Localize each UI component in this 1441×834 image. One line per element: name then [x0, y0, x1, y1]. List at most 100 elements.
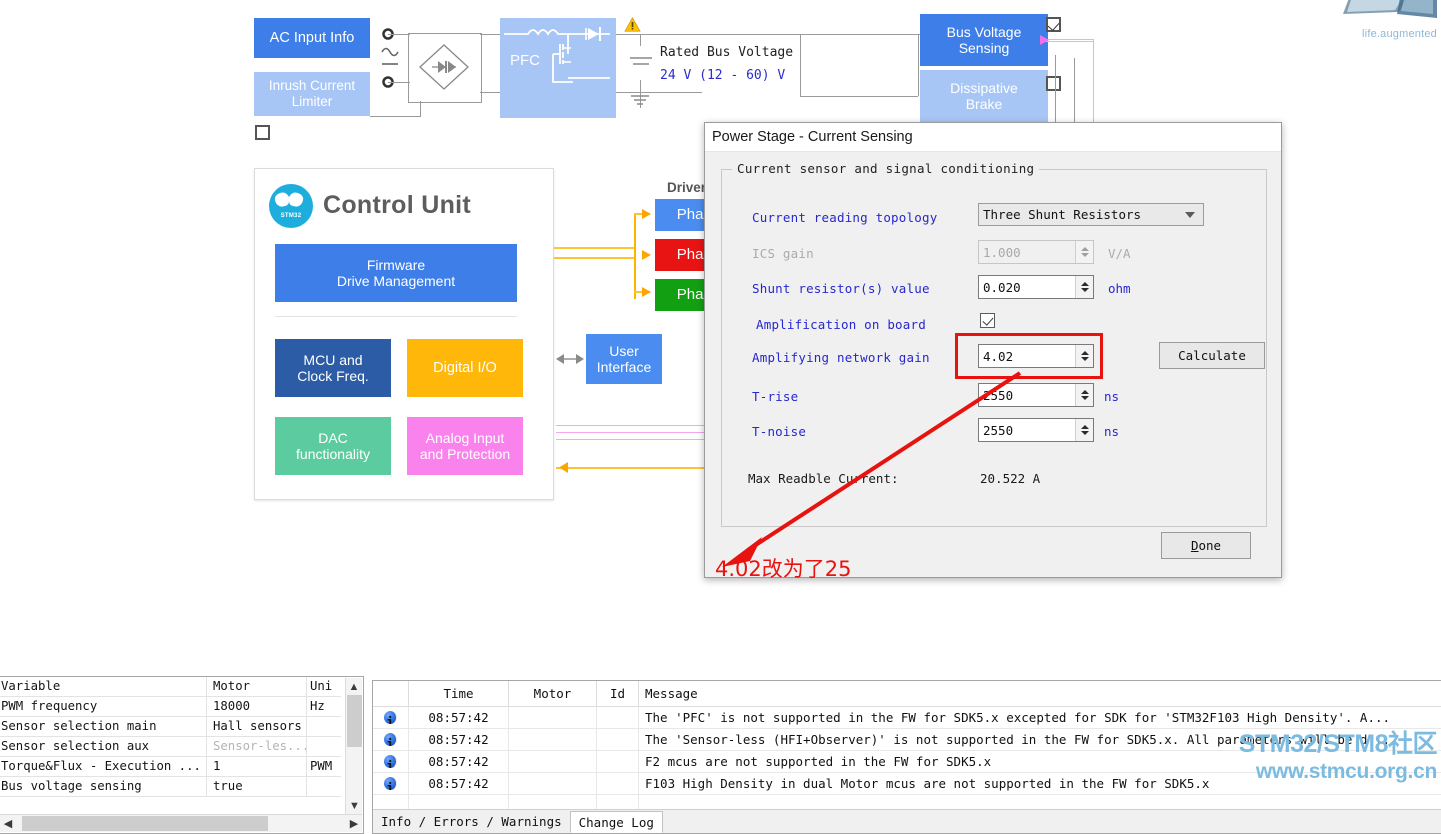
cell-time: 08:57:42 [409, 707, 509, 728]
ac-source-symbol-icon [381, 28, 399, 88]
scrollbar-track[interactable] [16, 816, 346, 831]
unit-shunt-resistor: ohm [1108, 281, 1131, 296]
control-unit-title: Control Unit [323, 191, 472, 219]
label-max-readable-current: Max Readble Current: [748, 471, 899, 486]
cell-message: The 'PFC' is not supported in the FW for… [645, 710, 1391, 725]
info-icon: i [384, 711, 397, 724]
table-row[interactable]: Torque&Flux - Execution ... 1 PWM [0, 757, 341, 777]
block-ac-input-info[interactable]: AC Input Info [254, 18, 370, 58]
block-label: DAC functionality [296, 429, 370, 462]
unit-t-noise: ns [1104, 424, 1120, 439]
column-header-time: Time [409, 681, 509, 706]
arrow-phase-b-icon [642, 250, 651, 260]
value-rated-bus-voltage: 24 V (12 - 60) V [660, 68, 786, 83]
block-inrush-current-limiter[interactable]: Inrush Current Limiter [254, 72, 370, 116]
table-row[interactable]: PWM frequency 18000 Hz [0, 697, 341, 717]
checkbox-bus-voltage-sensing[interactable] [1046, 17, 1061, 32]
value-max-readable-current: 20.522 A [980, 471, 1041, 486]
vertical-scrollbar[interactable]: ▲ ▼ [345, 678, 362, 814]
checkbox-inrush-current-limiter[interactable] [255, 125, 270, 140]
block-dac-functionality[interactable]: DAC functionality [275, 417, 391, 475]
spinner-arrows[interactable] [1075, 241, 1093, 263]
scroll-up-icon[interactable]: ▲ [346, 678, 362, 695]
block-label: Bus Voltage Sensing [946, 23, 1022, 56]
scroll-down-icon[interactable]: ▼ [346, 797, 363, 814]
block-digital-io[interactable]: Digital I/O [407, 339, 523, 397]
log-row[interactable]: i 08:57:42 F2 mcus are not supported in … [373, 751, 1441, 773]
calculate-button[interactable]: Calculate [1159, 342, 1265, 369]
log-row[interactable]: i 08:57:42 The 'Sensor-less (HFI+Observe… [373, 729, 1441, 751]
block-firmware-drive-management[interactable]: Firmware Drive Management [275, 244, 517, 302]
warning-triangle-icon[interactable] [624, 17, 641, 32]
tab-info-errors-warnings[interactable]: Info / Errors / Warnings [373, 811, 570, 833]
block-label: Analog Input and Protection [419, 429, 511, 462]
arrow-bidirectional-icon [556, 354, 584, 364]
spinner-arrows[interactable] [1075, 345, 1093, 367]
input-ics-gain[interactable]: 1.000 [978, 240, 1094, 264]
group-legend: Current sensor and signal conditioning [732, 161, 1040, 176]
input-t-rise[interactable]: 2550 [978, 383, 1094, 407]
log-row[interactable]: i 08:57:42 F103 High Density in dual Mot… [373, 773, 1441, 795]
block-user-interface[interactable]: User Interface [586, 334, 662, 384]
cell-message: The 'Sensor-less (HFI+Observer)' is not … [645, 732, 1391, 747]
column-header-variable: Variable [1, 679, 61, 693]
cell-time: 08:57:42 [409, 729, 509, 750]
table-row[interactable]: Bus voltage sensing true [0, 777, 341, 797]
spinner-arrows[interactable] [1075, 419, 1093, 441]
cell-motor: true [213, 779, 243, 793]
input-value: 4.02 [983, 348, 1014, 364]
scroll-right-icon[interactable]: ▶ [346, 817, 362, 830]
block-label: MCU and Clock Freq. [297, 351, 369, 384]
spinner-arrows[interactable] [1075, 384, 1093, 406]
label-t-rise: T-rise [752, 389, 799, 404]
stm32-butterfly-icon [274, 192, 304, 207]
label-amplifying-network-gain: Amplifying network gain [752, 350, 930, 365]
input-t-noise[interactable]: 2550 [978, 418, 1094, 442]
diode-bridge-icon [419, 44, 469, 90]
label-shunt-resistor-value: Shunt resistor(s) value [752, 281, 930, 296]
horizontal-scrollbar[interactable]: ◀ ▶ [0, 814, 362, 832]
arrow-analog-icon [559, 462, 568, 473]
log-row[interactable]: i 08:57:42 The 'PFC' is not supported in… [373, 707, 1441, 729]
column-header-unit: Uni [310, 679, 333, 693]
done-button[interactable]: Done [1161, 532, 1251, 559]
cell-time: 08:57:42 [409, 751, 509, 772]
input-shunt-resistor-value[interactable]: 0.020 [978, 275, 1094, 299]
cell-unit: PWM [310, 759, 333, 773]
bus-capacitor-icon [630, 57, 652, 105]
tab-change-log[interactable]: Change Log [569, 811, 663, 833]
chevron-down-icon [1185, 211, 1195, 218]
dialog-title-bar: Power Stage - Current Sensing [705, 123, 1281, 152]
scroll-left-icon[interactable]: ◀ [0, 817, 16, 830]
stm32-logo-text: STM32 [280, 213, 302, 219]
annotation-text: 4.02改为了25 [715, 557, 852, 581]
cell-variable: Torque&Flux - Execution ... [1, 759, 201, 773]
block-bus-voltage-sensing[interactable]: Bus Voltage Sensing [920, 14, 1048, 66]
cell-motor [509, 707, 597, 728]
cell-motor [509, 773, 597, 794]
block-mcu-clock-freq[interactable]: MCU and Clock Freq. [275, 339, 391, 397]
checkbox-dissipative-brake[interactable] [1046, 76, 1061, 91]
input-value: 2550 [983, 422, 1014, 438]
block-dissipative-brake[interactable]: Dissipative Brake [920, 70, 1048, 122]
select-value: Three Shunt Resistors [983, 207, 1142, 222]
log-tabs: Info / Errors / Warnings Change Log [373, 809, 1441, 833]
button-label: Done [1190, 538, 1222, 553]
scrollbar-thumb[interactable] [22, 816, 268, 831]
select-current-reading-topology[interactable]: Three Shunt Resistors [978, 203, 1204, 226]
table-row[interactable]: Sensor selection aux Sensor-les... [0, 737, 341, 757]
cell-variable: PWM frequency [1, 699, 98, 713]
spinner-arrows[interactable] [1075, 276, 1093, 298]
unit-t-rise: ns [1104, 389, 1120, 404]
table-row[interactable]: Sensor selection main Hall sensors [0, 717, 341, 737]
scrollbar-thumb[interactable] [347, 695, 362, 747]
cell-unit: Hz [310, 699, 325, 713]
arrow-phase-a-icon [642, 209, 651, 219]
block-analog-input-protection[interactable]: Analog Input and Protection [407, 417, 523, 475]
checkbox-amplification-on-board[interactable] [980, 313, 995, 328]
cell-motor: 18000 [213, 699, 251, 713]
label-ics-gain: ICS gain [752, 246, 814, 261]
input-amplifying-network-gain[interactable]: 4.02 [978, 344, 1094, 368]
column-header-message: Message [645, 686, 698, 701]
input-value: 0.020 [983, 279, 1021, 295]
